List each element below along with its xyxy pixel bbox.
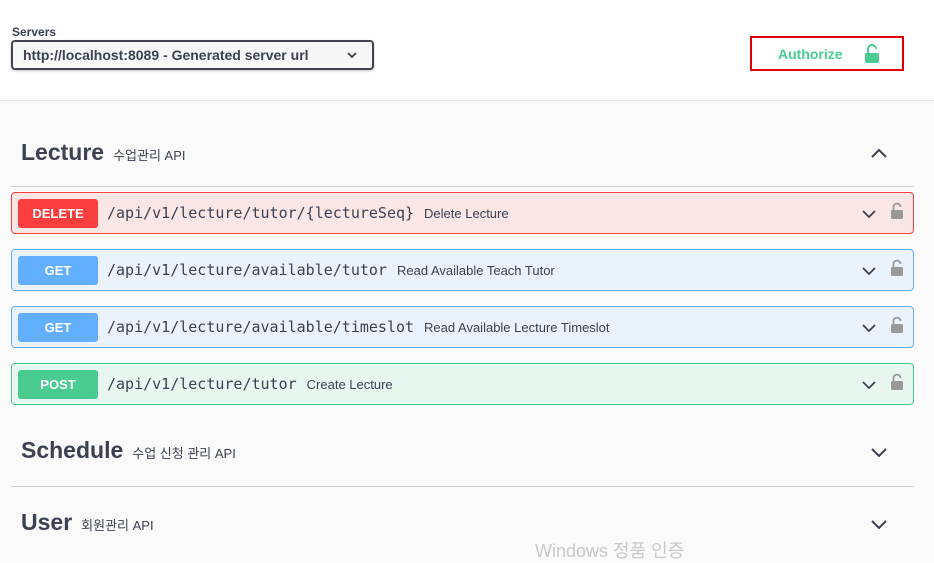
operation-path-row: /api/v1/lecture/tutor Create Lecture [107,375,393,393]
tag-name: Schedule [21,437,124,463]
authorize-button[interactable]: Authorize [750,36,904,71]
server-bar: Servers http://localhost:8089 - Generate… [0,0,934,101]
operation-path: /api/v1/lecture/tutor [107,375,297,393]
authorize-label: Authorize [778,45,843,62]
chevron-up-icon[interactable] [870,145,888,163]
operation-summary: Create Lecture [306,377,393,392]
windows-activation-watermark: Windows 정품 인증 [535,541,685,561]
method-badge: GET [18,313,98,342]
chevron-down-icon[interactable] [861,320,877,336]
method-badge: DELETE [18,199,98,228]
server-select[interactable]: http://localhost:8089 - Generated server… [11,40,374,70]
tag-description: 수업관리 API [113,148,186,163]
chevron-down-icon [347,52,357,59]
operation-path-row: /api/v1/lecture/available/tutor Read Avai… [107,261,555,279]
operation-post-create-lecture[interactable]: POST /api/v1/lecture/tutor Create Lecture [11,363,914,405]
method-badge: POST [18,370,98,399]
tag-name: User [21,509,73,535]
operation-delete-lecture[interactable]: DELETE /api/v1/lecture/tutor/{lectureSeq… [11,192,914,234]
server-select-value: http://localhost:8089 - Generated server… [23,47,309,63]
tag-name: Lecture [21,139,105,165]
tag-user[interactable]: User 회원관리 API [11,509,914,549]
operation-path: /api/v1/lecture/available/timeslot [107,318,415,336]
tag-schedule[interactable]: Schedule 수업 신청 관리 API [11,437,914,487]
operation-summary: Read Available Teach Tutor [396,263,555,278]
lock-icon[interactable] [890,373,904,391]
operation-get-available-timeslot[interactable]: GET /api/v1/lecture/available/timeslot Re… [11,306,914,348]
chevron-down-icon[interactable] [861,206,877,222]
method-badge: GET [18,256,98,285]
operation-get-available-tutor[interactable]: GET /api/v1/lecture/available/tutor Read … [11,249,914,291]
tag-description: 회원관리 API [81,518,154,533]
chevron-down-icon[interactable] [861,377,877,393]
operation-summary: Delete Lecture [424,206,509,221]
operation-path: /api/v1/lecture/tutor/{lectureSeq} [107,204,415,222]
tag-description: 수업 신청 관리 API [132,446,236,461]
chevron-down-icon[interactable] [870,515,888,533]
operation-path-row: /api/v1/lecture/available/timeslot Read A… [107,318,610,336]
lock-icon[interactable] [890,316,904,334]
chevron-down-icon[interactable] [870,443,888,461]
chevron-down-icon[interactable] [861,263,877,279]
tag-lecture[interactable]: Lecture 수업관리 API [11,139,914,187]
servers-label: Servers [12,25,57,39]
unlock-icon [865,44,879,63]
lock-icon[interactable] [890,202,904,220]
operation-summary: Read Available Lecture Timeslot [424,320,610,335]
operation-path-row: /api/v1/lecture/tutor/{lectureSeq} Delete… [107,204,509,222]
lock-icon[interactable] [890,259,904,277]
operation-path: /api/v1/lecture/available/tutor [107,261,387,279]
